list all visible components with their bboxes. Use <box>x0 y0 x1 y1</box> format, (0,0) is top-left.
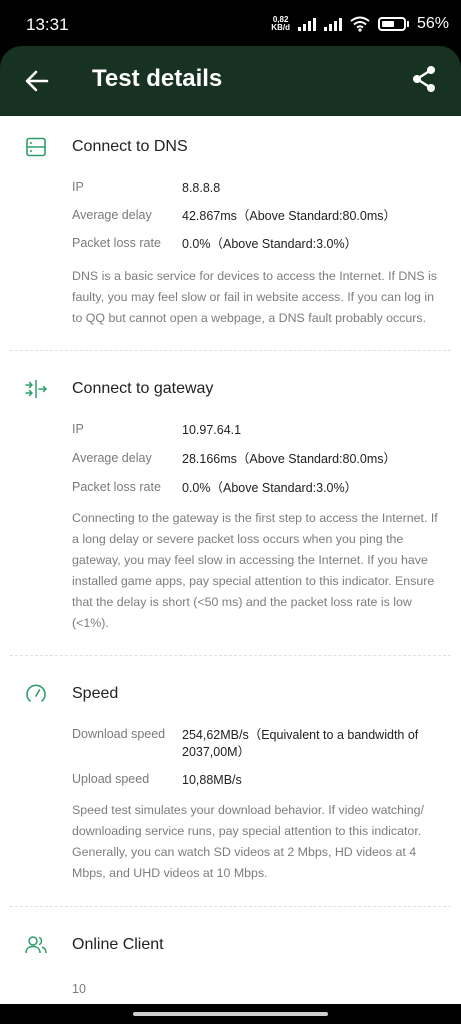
divider <box>10 655 451 656</box>
signal-2-icon <box>323 17 342 31</box>
status-time: 13:31 <box>26 15 69 34</box>
speed-header: Speed <box>0 674 461 714</box>
dns-delay-label: Average delay <box>72 208 152 222</box>
dns-loss-label: Packet loss rate <box>72 236 161 250</box>
battery-icon <box>377 17 406 31</box>
page-title: Test details <box>92 65 223 92</box>
upload-label: Upload speed <box>72 772 150 786</box>
gateway-loss-value: 0.0%（Above Standard:3.0%） <box>182 481 358 495</box>
gateway-title: Connect to gateway <box>72 380 214 397</box>
gateway-ip-value: 10.97.64.1 <box>182 423 242 437</box>
speed-description: Speed test simulates your download behav… <box>72 803 424 880</box>
clients-header: Online Client <box>0 925 461 965</box>
arrow-left-icon[interactable] <box>20 64 54 98</box>
status-indicators: 0,82 KB/d 56% <box>271 14 449 34</box>
clients-title: Online Client <box>72 936 164 953</box>
dns-header: Connect to DNS <box>0 127 461 167</box>
gateway-loss-label: Packet loss rate <box>72 480 161 494</box>
dns-server-icon <box>24 135 48 159</box>
dns-delay-value: 42.867ms（Above Standard:80.0ms） <box>182 209 397 223</box>
gateway-header: Connect to gateway <box>0 369 461 409</box>
battery-percent: 56% <box>416 15 449 32</box>
dns-title: Connect to DNS <box>72 138 188 155</box>
dns-ip-label: IP <box>72 180 84 194</box>
wifi-icon <box>350 16 370 32</box>
home-handle[interactable] <box>133 1012 328 1016</box>
gateway-delay-value: 28.166ms（Above Standard:80.0ms） <box>182 452 397 466</box>
upload-value: 10,88MB/s <box>182 773 242 787</box>
battery-cap <box>406 21 409 27</box>
gateway-ip-label: IP <box>72 422 84 436</box>
speedometer-icon <box>24 682 48 706</box>
clients-count: 10 <box>72 982 86 996</box>
gateway-icon <box>24 377 48 401</box>
download-value: 254,62MB/s（Equivalent to a bandwidth of … <box>182 728 419 759</box>
dns-loss-value: 0.0%（Above Standard:3.0%） <box>182 237 358 251</box>
speed-title: Speed <box>72 685 119 702</box>
signal-1-icon <box>297 17 316 31</box>
users-icon <box>24 933 48 957</box>
divider <box>10 350 451 351</box>
share-icon[interactable] <box>407 62 441 96</box>
gateway-delay-label: Average delay <box>72 451 152 465</box>
divider <box>10 906 451 907</box>
app-bar: Test details <box>0 46 461 116</box>
status-bar: 13:31 0,82 KB/d 56% <box>0 0 461 46</box>
net-speed: 0,82 KB/d <box>271 16 290 32</box>
dns-description: DNS is a basic service for devices to ac… <box>72 269 437 325</box>
gesture-bar <box>0 1004 461 1024</box>
net-speed-unit: KB/d <box>271 23 290 32</box>
content-scroll[interactable]: Connect to DNS IP 8.8.8.8 Average delay … <box>0 116 461 1004</box>
gateway-description: Connecting to the gateway is the first s… <box>72 511 438 630</box>
dns-ip-value: 8.8.8.8 <box>182 181 221 195</box>
download-label: Download speed <box>72 727 166 741</box>
